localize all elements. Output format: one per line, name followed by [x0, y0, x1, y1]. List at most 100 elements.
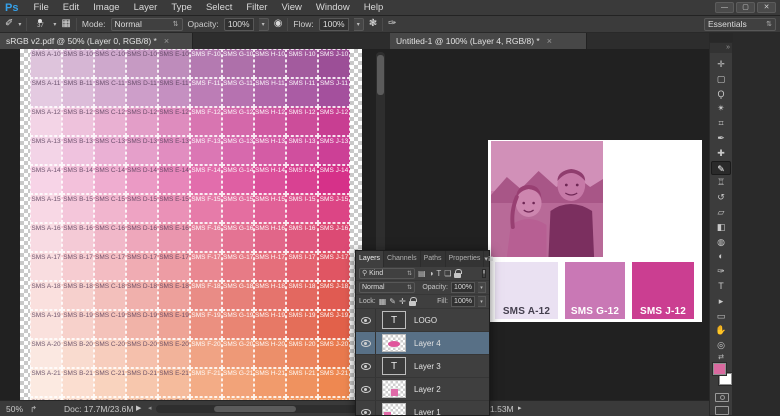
- canvas-srgb-document[interactable]: SMS A-10SMS B-10SMS C-10SMS D-10SMS E-10…: [0, 49, 390, 400]
- foreground-color-swatch[interactable]: [713, 363, 726, 375]
- layer-row[interactable]: Layer 4: [356, 332, 489, 355]
- status-arrow-icon[interactable]: ▸: [518, 404, 522, 412]
- fill-input[interactable]: 100%: [451, 296, 475, 307]
- scrollbar-thumb[interactable]: [377, 55, 384, 95]
- clone-stamp-tool[interactable]: ♖: [711, 175, 731, 189]
- export-icon[interactable]: ↱: [30, 404, 37, 415]
- brush-preset-picker[interactable]: 37: [32, 19, 48, 29]
- tool-preset-arrow-icon[interactable]: ▾: [18, 21, 21, 28]
- panel-menu-icon[interactable]: ▾≣: [484, 251, 496, 267]
- filter-smart-object-icon[interactable]: [454, 273, 461, 278]
- crop-tool[interactable]: ⌗: [711, 116, 731, 130]
- scroll-left-icon[interactable]: ◂: [148, 404, 152, 412]
- flow-input[interactable]: 100%: [319, 18, 349, 31]
- filter-shape-icon[interactable]: ❏: [444, 269, 451, 279]
- zoom-level[interactable]: 50%: [6, 404, 23, 414]
- brush-tool[interactable]: ✎: [711, 161, 731, 175]
- menu-type[interactable]: Type: [164, 2, 199, 13]
- tab-close-icon[interactable]: ×: [164, 36, 169, 46]
- healing-brush-tool[interactable]: ✚: [711, 146, 731, 160]
- collapse-panel-icon[interactable]: »: [710, 43, 732, 53]
- close-button[interactable]: ✕: [757, 2, 776, 13]
- opacity-dropdown-button[interactable]: ▾: [259, 18, 269, 31]
- visibility-toggle[interactable]: [356, 378, 376, 400]
- panel-tab-paths[interactable]: Paths: [421, 251, 446, 267]
- lock-paint-icon[interactable]: ✎: [389, 297, 396, 307]
- swap-colors-icon[interactable]: ⇄: [710, 353, 732, 361]
- panel-tab-layers[interactable]: Layers: [356, 251, 384, 267]
- filter-type-icon[interactable]: T: [436, 269, 441, 279]
- menu-filter[interactable]: Filter: [239, 2, 274, 13]
- pen-tool[interactable]: ✑: [711, 264, 731, 278]
- filter-adjustment-icon[interactable]: ◑: [429, 269, 434, 279]
- menu-window[interactable]: Window: [309, 2, 357, 13]
- layer-row[interactable]: Layer 2: [356, 378, 489, 401]
- marquee-tool[interactable]: ▢: [711, 72, 731, 86]
- fill-dropdown[interactable]: ▾: [478, 296, 486, 307]
- flow-dropdown-button[interactable]: ▾: [354, 18, 364, 31]
- history-brush-tool[interactable]: ↺: [711, 190, 731, 204]
- type-tool[interactable]: T: [711, 279, 731, 293]
- layer-thumbnail[interactable]: [382, 334, 406, 352]
- tab-srgb-document[interactable]: sRGB v2.pdf @ 50% (Layer 0, RGB/8) * ×: [0, 33, 193, 49]
- lasso-tool[interactable]: Ϙ: [711, 87, 731, 101]
- hand-tool[interactable]: ✋: [711, 323, 731, 337]
- restore-button[interactable]: ▢: [736, 2, 755, 13]
- horizontal-scrollbar[interactable]: [156, 405, 364, 413]
- visibility-toggle[interactable]: [356, 401, 376, 415]
- layer-opacity-input[interactable]: 100%: [451, 282, 475, 293]
- pressure-opacity-icon[interactable]: ◉: [274, 19, 283, 29]
- layer-row[interactable]: TLOGO: [356, 309, 489, 332]
- menu-layer[interactable]: Layer: [127, 2, 165, 13]
- layer-row[interactable]: TLayer 3: [356, 355, 489, 378]
- layer-thumbnail[interactable]: T: [382, 357, 406, 375]
- quick-selection-tool[interactable]: ✴: [711, 101, 731, 115]
- eraser-tool[interactable]: ▱: [711, 205, 731, 219]
- layer-thumbnail[interactable]: [382, 380, 406, 398]
- layer-thumbnail[interactable]: T: [382, 311, 406, 329]
- eyedropper-tool[interactable]: ✒: [711, 131, 731, 145]
- filter-image-icon[interactable]: ▤: [418, 269, 426, 279]
- filter-toggle-switch[interactable]: [482, 269, 486, 278]
- blur-tool[interactable]: ◍: [711, 235, 731, 249]
- workspace-switcher[interactable]: Essentials ⇅: [704, 18, 776, 31]
- scrollbar-thumb[interactable]: [214, 406, 296, 412]
- dodge-tool[interactable]: ◐: [711, 249, 731, 263]
- menu-view[interactable]: View: [274, 2, 308, 13]
- pressure-size-icon[interactable]: ✑: [388, 19, 396, 29]
- zoom-tool[interactable]: ◎: [711, 338, 731, 352]
- layer-row[interactable]: Layer 1: [356, 401, 489, 415]
- brush-preset-arrow-icon[interactable]: ▾: [53, 21, 56, 28]
- filter-kind-select[interactable]: ⚲ Kind ⇅: [359, 268, 415, 279]
- tab-close-icon[interactable]: ×: [547, 36, 552, 46]
- panel-tab-properties[interactable]: Properties: [446, 251, 485, 267]
- visibility-toggle[interactable]: [356, 355, 376, 377]
- menu-edit[interactable]: Edit: [56, 2, 86, 13]
- layer-thumbnail[interactable]: [382, 403, 406, 415]
- brush-tool-icon[interactable]: ✐: [5, 19, 13, 29]
- path-selection-tool[interactable]: ▸: [711, 294, 731, 308]
- layer-blend-mode-select[interactable]: Normal ⇅: [359, 282, 415, 293]
- blend-mode-select[interactable]: Normal ⇅: [111, 18, 183, 31]
- menu-select[interactable]: Select: [199, 2, 239, 13]
- minimize-button[interactable]: —: [715, 2, 734, 13]
- lock-all-icon[interactable]: [409, 301, 416, 306]
- gradient-tool[interactable]: ◧: [711, 220, 731, 234]
- layer-opacity-dropdown[interactable]: ▾: [478, 282, 486, 293]
- status-arrow-icon[interactable]: ▶: [136, 404, 141, 412]
- lock-position-icon[interactable]: ✛: [399, 297, 406, 307]
- quick-mask-button[interactable]: [715, 393, 729, 402]
- shape-tool[interactable]: ▭: [711, 309, 731, 323]
- visibility-toggle[interactable]: [356, 309, 376, 331]
- move-tool[interactable]: ✛: [711, 57, 731, 71]
- visibility-toggle[interactable]: [356, 332, 376, 354]
- airbrush-icon[interactable]: ❃: [369, 19, 377, 29]
- brush-panel-toggle-icon[interactable]: ▦: [61, 19, 70, 29]
- panel-tab-channels[interactable]: Channels: [384, 251, 421, 267]
- menu-help[interactable]: Help: [357, 2, 391, 13]
- tab-untitled-document[interactable]: Untitled-1 @ 100% (Layer 4, RGB/8) * ×: [390, 33, 587, 49]
- menu-file[interactable]: File: [26, 2, 55, 13]
- menu-image[interactable]: Image: [86, 2, 126, 13]
- screen-mode-button[interactable]: [715, 406, 729, 415]
- lock-transparency-icon[interactable]: ▦: [379, 297, 387, 307]
